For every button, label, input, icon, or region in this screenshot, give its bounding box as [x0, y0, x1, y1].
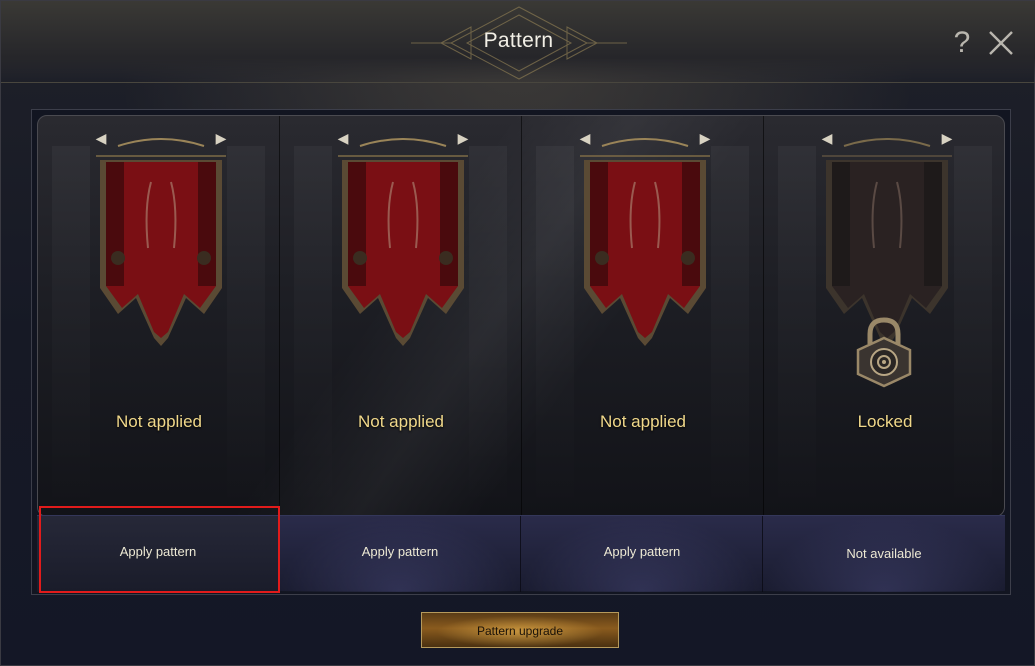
slot-status: Locked	[857, 412, 913, 431]
banner-icon	[96, 138, 226, 346]
slot-status: Not applied	[599, 412, 686, 431]
not-available-button[interactable]: Not available	[763, 516, 1005, 592]
apply-pattern-button[interactable]: Apply pattern	[521, 516, 763, 592]
pillar-decoration	[954, 146, 992, 516]
pillar-decoration	[294, 146, 332, 516]
pattern-slot-2: ◀ ▶ Not applied	[280, 116, 522, 516]
pattern-window: Pattern ? ◀ ▶ Not applied ◀ ▶ Not applie…	[0, 0, 1035, 666]
pillar-decoration	[469, 146, 507, 516]
pattern-slots: ◀ ▶ Not applied ◀ ▶ Not applied ◀ ▶ Not …	[37, 115, 1005, 517]
slot-status: Not applied	[115, 412, 202, 431]
apply-pattern-button[interactable]: Apply pattern	[279, 516, 521, 592]
upgrade-button-label: Pattern upgrade	[476, 624, 564, 638]
slot-status: Not applied	[357, 412, 444, 431]
pillar-decoration	[536, 146, 574, 516]
window-header: Pattern ?	[1, 1, 1035, 83]
pattern-slot-3: ◀ ▶ Not applied	[522, 116, 764, 516]
banner-icon	[580, 138, 710, 346]
banner-icon	[338, 138, 468, 346]
pillar-decoration	[227, 146, 265, 516]
button-label: Apply pattern	[603, 544, 681, 559]
pillar-decoration	[711, 146, 749, 516]
window-title: Pattern	[483, 29, 554, 52]
help-button[interactable]: ?	[947, 25, 977, 61]
pillar-decoration	[778, 146, 816, 516]
close-icon[interactable]	[985, 27, 1017, 59]
pillar-decoration	[52, 146, 90, 516]
lock-icon	[856, 317, 912, 388]
pattern-slot-4: ◀ ▶ Locked	[764, 116, 1004, 516]
pattern-upgrade-button[interactable]: Pattern upgrade	[421, 612, 619, 648]
selection-highlight	[39, 506, 280, 593]
pattern-slot-1: ◀ ▶ Not applied	[38, 116, 280, 516]
button-label: Not available	[846, 546, 922, 561]
button-label: Apply pattern	[361, 544, 439, 559]
